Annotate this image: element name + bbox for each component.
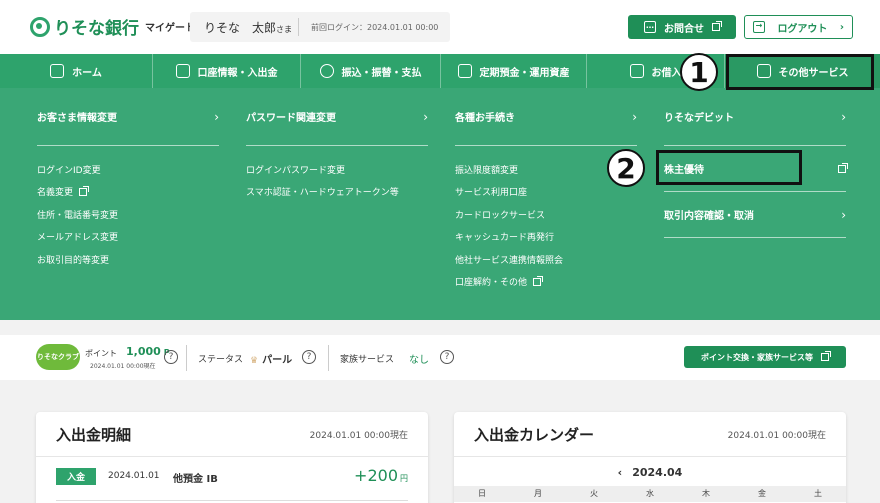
menu-link-email[interactable]: メールアドレス変更 xyxy=(37,226,219,249)
logout-button[interactable]: → ログアウト › xyxy=(744,15,853,39)
point-label: ポイント xyxy=(85,349,117,358)
menu-heading-customer-info[interactable]: お客さま情報変更 › xyxy=(37,88,219,146)
status-value: ♛ パール xyxy=(250,355,293,366)
menu-link-account-closure[interactable]: 口座解約・その他 xyxy=(455,271,637,294)
annotation-box-1 xyxy=(726,54,874,90)
bank-icon xyxy=(175,64,190,78)
top-header: りそな銀行 マイゲート りそな 太郎さま 前回ログイン：2024.01.01 0… xyxy=(0,0,880,54)
logo-mark-icon xyxy=(30,16,50,37)
menu-link-login-id[interactable]: ログインID変更 xyxy=(37,158,219,181)
nav-account-info[interactable]: 口座情報・入出金 xyxy=(153,54,301,88)
weekday-label: 土 xyxy=(814,489,822,498)
annotation-number-1: 1 xyxy=(680,53,718,91)
chevron-left-icon[interactable]: ‹ xyxy=(618,466,623,479)
resona-club-logo: りそなクラブ xyxy=(36,344,80,370)
status-label: ステータス xyxy=(198,355,244,365)
nav-transfer[interactable]: 振込・振替・支払 xyxy=(301,54,441,88)
deposit-badge: 入金 xyxy=(56,468,96,485)
chevron-right-icon: › xyxy=(839,21,844,33)
transaction-amount: +200 円 xyxy=(354,466,408,485)
family-service-value: なし xyxy=(409,355,429,366)
family-service-label: 家族サービス xyxy=(340,355,395,365)
menu-heading-procedures[interactable]: 各種お手続き › xyxy=(455,88,637,146)
divider xyxy=(56,500,408,501)
resona-logo[interactable]: りそな銀行 マイゲート xyxy=(30,14,195,39)
menu-column-customer-info: お客さま情報変更 › ログインID変更 名義変更 住所・電話番号変更 メールアドレ… xyxy=(37,88,219,271)
annotation-number-2: 2 xyxy=(607,149,645,187)
points-bar: りそなクラブ ポイント 1,000 P 2024.01.01 00:00現在 ? … xyxy=(0,335,880,380)
points-exchange-button[interactable]: ポイント交換・家族サービス等 xyxy=(684,346,846,368)
menu-link-purpose[interactable]: お取引目的等変更 xyxy=(37,248,219,271)
menu-link-login-password[interactable]: ログインパスワード変更 xyxy=(246,158,428,181)
transactions-card: 入出金明細 2024.01.01 00:00現在 入金 2024.01.01 他… xyxy=(36,412,428,503)
home-icon xyxy=(50,64,65,78)
help-icon[interactable]: ? xyxy=(164,350,178,364)
weekday-label: 火 xyxy=(590,489,598,498)
transaction-date: 2024.01.01 xyxy=(108,471,160,481)
external-link-icon xyxy=(712,21,722,31)
calendar-title: 入出金カレンダー xyxy=(474,426,595,444)
calendar-date: 2024.01.01 00:00現在 xyxy=(727,431,826,441)
crown-icon: ♛ xyxy=(250,356,259,366)
chat-icon: … xyxy=(644,21,656,33)
chevron-right-icon: › xyxy=(841,109,846,124)
weekday-label: 木 xyxy=(702,489,710,498)
user-name: りそな 太郎さま xyxy=(204,20,293,35)
nav-deposits[interactable]: 定期預金・運用資産 xyxy=(441,54,587,88)
menu-item-resona-debit[interactable]: りそなデビット › xyxy=(664,88,846,146)
external-link-icon xyxy=(79,185,90,196)
logout-label: ログアウト xyxy=(777,23,828,35)
contact-label: お問合せ xyxy=(664,23,704,35)
transfer-icon xyxy=(319,64,334,78)
menu-item-transaction-review[interactable]: 取引内容確認・取消 › xyxy=(664,192,846,238)
divider xyxy=(186,345,187,371)
help-icon[interactable]: ? xyxy=(440,350,454,364)
transactions-date: 2024.01.01 00:00現在 xyxy=(309,431,408,441)
divider xyxy=(36,456,428,457)
menu-link-address[interactable]: 住所・電話番号変更 xyxy=(37,203,219,226)
weekday-label: 金 xyxy=(758,489,766,498)
chevron-right-icon: › xyxy=(423,109,428,124)
weekday-label: 月 xyxy=(534,489,542,498)
calendar-card: 入出金カレンダー 2024.01.01 00:00現在 ‹ 2024.04 日 … xyxy=(454,412,846,503)
menu-link-card-reissue[interactable]: キャッシュカード再発行 xyxy=(455,226,637,249)
transactions-title: 入出金明細 xyxy=(56,426,132,444)
menu-link-service-account[interactable]: サービス利用口座 xyxy=(455,181,637,204)
chevron-right-icon: › xyxy=(841,207,846,222)
piggy-bank-icon xyxy=(457,64,472,78)
logo-subtitle: マイゲート xyxy=(145,23,195,34)
menu-link-name-change[interactable]: 名義変更 xyxy=(37,181,219,204)
nav-home[interactable]: ホーム xyxy=(0,54,153,88)
menu-link-smartphone-auth[interactable]: スマホ認証・ハードウェアトークン等 xyxy=(246,181,428,204)
calendar-weekday-row: 日 月 火 水 木 金 土 xyxy=(454,486,846,502)
divider xyxy=(328,345,329,371)
point-date: 2024.01.01 00:00現在 xyxy=(90,363,156,370)
user-info-box: りそな 太郎さま 前回ログイン：2024.01.01 00:00 xyxy=(190,12,450,42)
chevron-right-icon: › xyxy=(214,109,219,124)
other-services-menu: お客さま情報変更 › ログインID変更 名義変更 住所・電話番号変更 メールアドレ… xyxy=(0,88,880,320)
external-link-icon xyxy=(838,162,848,173)
menu-column-password: パスワード関連変更 › ログインパスワード変更 スマホ認証・ハードウェアトークン等 xyxy=(246,88,428,203)
external-link-icon xyxy=(533,275,544,286)
weekday-label: 水 xyxy=(646,489,654,498)
transaction-description: 他預金 IB xyxy=(173,474,218,485)
contact-button[interactable]: … お問合せ xyxy=(628,15,736,39)
chevron-right-icon: › xyxy=(632,109,637,124)
menu-link-partner-services[interactable]: 他社サービス連携情報照会 xyxy=(455,248,637,271)
weekday-label: 日 xyxy=(478,489,486,498)
logo-text: りそな銀行 xyxy=(54,19,139,39)
menu-link-card-lock[interactable]: カードロックサービス xyxy=(455,203,637,226)
divider xyxy=(454,456,846,457)
calendar-month: 2024.04 xyxy=(632,465,683,479)
menu-column-procedures: 各種お手続き › 振込限度額変更 サービス利用口座 カードロックサービス キャッシ… xyxy=(455,88,637,293)
calendar-month-nav: ‹ 2024.04 xyxy=(454,458,846,486)
menu-heading-password[interactable]: パスワード関連変更 › xyxy=(246,88,428,146)
help-icon[interactable]: ? xyxy=(302,350,316,364)
external-link-icon xyxy=(821,351,831,361)
logout-icon: → xyxy=(753,21,765,33)
loan-icon xyxy=(629,64,644,78)
last-login-time: 前回ログイン：2024.01.01 00:00 xyxy=(311,22,439,32)
annotation-box-2 xyxy=(656,150,802,185)
